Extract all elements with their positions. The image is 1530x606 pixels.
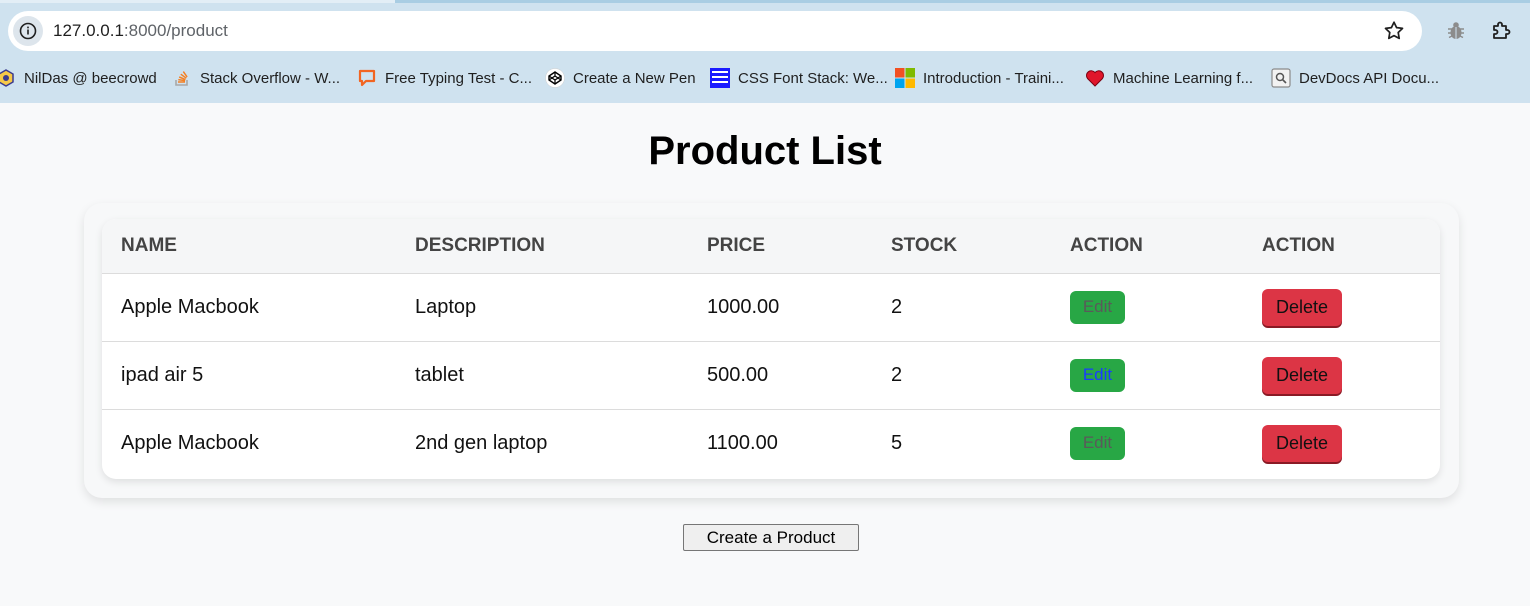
cell-price: 1000.00 — [688, 273, 872, 342]
delete-button[interactable]: Delete — [1262, 288, 1342, 326]
table-row: ipad air 5 tablet 500.00 2 Edit Delete — [102, 341, 1440, 410]
bookmark-microsoft-training[interactable]: Introduction - Traini... — [895, 64, 1064, 92]
bookmark-beecrowd[interactable]: NilDas @ beecrowd — [0, 64, 157, 92]
bookmark-label: Introduction - Traini... — [923, 69, 1064, 87]
bookmark-devdocs[interactable]: DevDocs API Docu... — [1271, 64, 1439, 92]
bookmark-label: NilDas @ beecrowd — [24, 69, 157, 87]
browser-chrome: 127.0.0.1:8000/product NilDas @ beecrowd — [0, 0, 1530, 103]
cell-name: ipad air 5 — [102, 341, 396, 410]
delete-button[interactable]: Delete — [1262, 424, 1342, 462]
bookmark-label: Free Typing Test - C... — [385, 69, 533, 87]
url-text[interactable]: 127.0.0.1:8000/product — [53, 21, 228, 41]
edit-button[interactable]: Edit — [1070, 290, 1125, 324]
cell-name: Apple Macbook — [102, 273, 396, 342]
cell-delete: Delete — [1243, 341, 1440, 410]
cell-description: Laptop — [396, 273, 688, 342]
cell-price: 500.00 — [688, 341, 872, 410]
column-header-action-edit: ACTION — [1051, 219, 1243, 274]
product-table-card: NAME DESCRIPTION PRICE STOCK ACTION ACTI… — [102, 219, 1440, 479]
table-row: Apple Macbook Laptop 1000.00 2 Edit Dele… — [102, 273, 1440, 342]
page-title: Product List — [648, 129, 882, 173]
column-header-action-delete: ACTION — [1243, 219, 1440, 274]
tab-strip — [0, 0, 1530, 3]
cell-edit: Edit — [1051, 273, 1243, 342]
edit-button[interactable]: Edit — [1070, 426, 1125, 460]
cell-stock: 2 — [872, 273, 1051, 342]
bookmark-codepen[interactable]: Create a New Pen — [545, 64, 696, 92]
bookmarks-bar: NilDas @ beecrowd Stack Overflow - W... … — [0, 64, 1530, 92]
url-path: :8000/product — [123, 21, 228, 40]
cell-edit: Edit — [1051, 341, 1243, 410]
create-product-button[interactable]: Create a Product — [683, 524, 859, 551]
column-header-description: DESCRIPTION — [396, 219, 688, 274]
bookmark-cssfontstack[interactable]: CSS Font Stack: We... — [710, 64, 888, 92]
codepen-icon — [545, 68, 565, 88]
cell-stock: 2 — [872, 341, 1051, 410]
beecrowd-icon — [0, 68, 16, 88]
bookmark-label: Create a New Pen — [573, 69, 696, 87]
table-header-row: NAME DESCRIPTION PRICE STOCK ACTION ACTI… — [102, 219, 1440, 274]
bookmark-typing-test[interactable]: Free Typing Test - C... — [357, 64, 532, 92]
address-bar[interactable]: 127.0.0.1:8000/product — [8, 11, 1422, 51]
bookmark-machine-learning[interactable]: Machine Learning f... — [1085, 64, 1253, 92]
bookmark-stackoverflow[interactable]: Stack Overflow - W... — [172, 64, 340, 92]
table-row: Apple Macbook 2nd gen laptop 1100.00 5 E… — [102, 409, 1440, 477]
column-header-price: PRICE — [688, 219, 872, 274]
cssfontstack-icon — [710, 68, 730, 88]
column-header-name: NAME — [102, 219, 396, 274]
column-header-stock: STOCK — [872, 219, 1051, 274]
edit-button[interactable]: Edit — [1070, 358, 1125, 392]
bookmark-label: Machine Learning f... — [1113, 69, 1254, 87]
bookmark-star-icon[interactable] — [1382, 19, 1406, 48]
cell-edit: Edit — [1051, 409, 1243, 477]
bookmark-label: DevDocs API Docu... — [1299, 69, 1440, 87]
microsoft-icon — [895, 68, 915, 88]
site-info-icon[interactable] — [13, 16, 43, 46]
cell-delete: Delete — [1243, 409, 1440, 477]
cell-stock: 5 — [891, 431, 903, 454]
product-table: NAME DESCRIPTION PRICE STOCK ACTION ACTI… — [102, 219, 1440, 477]
bookmark-label: Stack Overflow - W... — [200, 69, 341, 87]
chat-bubble-icon — [357, 68, 377, 88]
cell-delete: Delete — [1243, 273, 1440, 342]
cell-price: 1100.00 — [707, 431, 778, 454]
heart-icon — [1085, 68, 1105, 88]
cell-description: 2nd gen laptop — [415, 431, 548, 454]
extensions-puzzle-icon[interactable] — [1488, 18, 1514, 44]
devdocs-icon — [1271, 68, 1291, 88]
delete-button[interactable]: Delete — [1262, 356, 1342, 394]
bug-extension-icon[interactable] — [1443, 18, 1469, 44]
stackoverflow-icon — [172, 68, 192, 88]
bookmark-label: CSS Font Stack: We... — [738, 69, 888, 87]
url-host: 127.0.0.1 — [53, 21, 124, 40]
cell-description: tablet — [396, 341, 688, 410]
cell-name: Apple Macbook — [121, 431, 259, 454]
